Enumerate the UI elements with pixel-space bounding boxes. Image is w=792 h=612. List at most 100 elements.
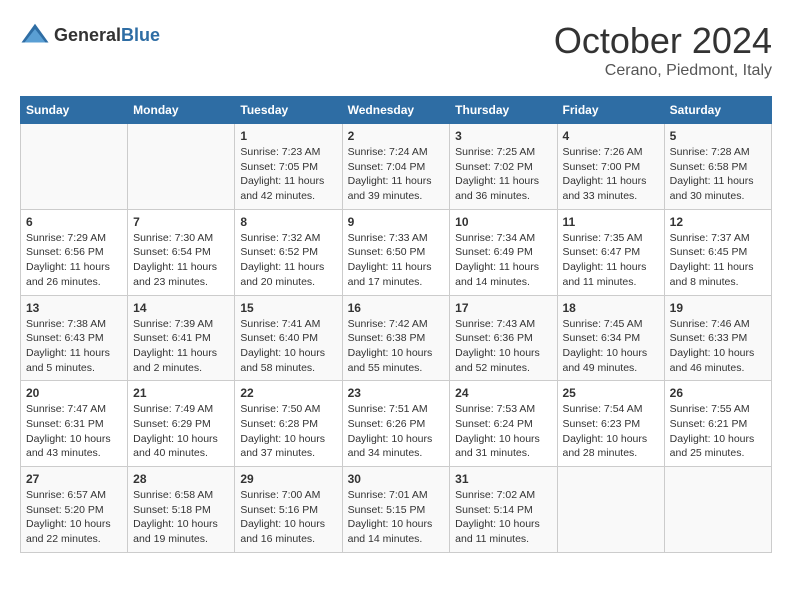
month-title: October 2024 — [554, 20, 772, 62]
day-number: 10 — [455, 215, 551, 229]
day-number: 13 — [26, 301, 122, 315]
day-number: 14 — [133, 301, 229, 315]
logo-general-text: General — [54, 25, 121, 45]
day-info: Sunrise: 6:58 AMSunset: 5:18 PMDaylight:… — [133, 488, 229, 547]
day-number: 16 — [348, 301, 445, 315]
calendar-cell: 27Sunrise: 6:57 AMSunset: 5:20 PMDayligh… — [21, 467, 128, 553]
calendar-cell: 4 Sunrise: 7:26 AMSunset: 7:00 PMDaylight… — [557, 124, 664, 210]
calendar-cell: 1 Sunrise: 7:23 AMSunset: 7:05 PMDaylight… — [235, 124, 342, 210]
calendar-cell: 26 Sunrise: 7:55 AMSunset: 6:21 PMDayligh… — [664, 381, 771, 467]
page-header: GeneralBlue October 2024 Cerano, Piedmon… — [20, 20, 772, 80]
day-number: 12 — [670, 215, 766, 229]
calendar-cell: 24 Sunrise: 7:53 AMSunset: 6:24 PMDayligh… — [450, 381, 557, 467]
calendar-cell: 5 Sunrise: 7:28 AMSunset: 6:58 PMDaylight… — [664, 124, 771, 210]
column-header-saturday: Saturday — [664, 97, 771, 124]
day-info: Sunrise: 7:46 AMSunset: 6:33 PMDaylight:… — [670, 317, 766, 376]
calendar-cell: 29 Sunrise: 7:00 AMSunset: 5:16 PMDayligh… — [235, 467, 342, 553]
calendar-cell: 19 Sunrise: 7:46 AMSunset: 6:33 PMDayligh… — [664, 295, 771, 381]
day-number: 26 — [670, 386, 766, 400]
day-info: Sunrise: 7:47 AMSunset: 6:31 PMDaylight:… — [26, 402, 122, 461]
day-info: Sunrise: 7:23 AMSunset: 7:05 PMDaylight:… — [240, 145, 336, 204]
calendar-week-4: 20 Sunrise: 7:47 AMSunset: 6:31 PMDayligh… — [21, 381, 772, 467]
day-number: 7 — [133, 215, 229, 229]
day-info: Sunrise: 7:26 AMSunset: 7:00 PMDaylight:… — [563, 145, 659, 204]
day-info: Sunrise: 7:00 AMSunset: 5:16 PMDaylight:… — [240, 488, 336, 547]
day-number: 8 — [240, 215, 336, 229]
calendar-cell: 8 Sunrise: 7:32 AMSunset: 6:52 PMDaylight… — [235, 209, 342, 295]
day-info: Sunrise: 7:41 AMSunset: 6:40 PMDaylight:… — [240, 317, 336, 376]
day-info: Sunrise: 7:32 AMSunset: 6:52 PMDaylight:… — [240, 231, 336, 290]
day-number: 24 — [455, 386, 551, 400]
calendar-cell: 30Sunrise: 7:01 AMSunset: 5:15 PMDayligh… — [342, 467, 450, 553]
day-info: Sunrise: 7:30 AMSunset: 6:54 PMDaylight:… — [133, 231, 229, 290]
calendar-cell: 9 Sunrise: 7:33 AMSunset: 6:50 PMDaylight… — [342, 209, 450, 295]
logo-icon — [20, 20, 50, 50]
day-number: 20 — [26, 386, 122, 400]
calendar-cell: 22 Sunrise: 7:50 AMSunset: 6:28 PMDayligh… — [235, 381, 342, 467]
day-info: Sunrise: 7:53 AMSunset: 6:24 PMDaylight:… — [455, 402, 551, 461]
day-info: Sunrise: 7:42 AMSunset: 6:38 PMDaylight:… — [348, 317, 445, 376]
column-header-tuesday: Tuesday — [235, 97, 342, 124]
day-info: Sunrise: 7:35 AMSunset: 6:47 PMDaylight:… — [563, 231, 659, 290]
day-number: 31 — [455, 472, 551, 486]
calendar-cell: 31Sunrise: 7:02 AMSunset: 5:14 PMDayligh… — [450, 467, 557, 553]
day-number: 19 — [670, 301, 766, 315]
day-info: Sunrise: 7:25 AMSunset: 7:02 PMDaylight:… — [455, 145, 551, 204]
calendar-cell: 7 Sunrise: 7:30 AMSunset: 6:54 PMDaylight… — [128, 209, 235, 295]
day-number: 30 — [348, 472, 445, 486]
day-info: Sunrise: 7:33 AMSunset: 6:50 PMDaylight:… — [348, 231, 445, 290]
day-number: 21 — [133, 386, 229, 400]
calendar-week-2: 6Sunrise: 7:29 AMSunset: 6:56 PMDaylight… — [21, 209, 772, 295]
column-header-monday: Monday — [128, 97, 235, 124]
calendar-cell: 12Sunrise: 7:37 AMSunset: 6:45 PMDayligh… — [664, 209, 771, 295]
day-number: 29 — [240, 472, 336, 486]
day-number: 27 — [26, 472, 122, 486]
calendar-cell: 17 Sunrise: 7:43 AMSunset: 6:36 PMDayligh… — [450, 295, 557, 381]
day-number: 5 — [670, 129, 766, 143]
day-number: 15 — [240, 301, 336, 315]
title-block: October 2024 Cerano, Piedmont, Italy — [554, 20, 772, 80]
header-row: SundayMondayTuesdayWednesdayThursdayFrid… — [21, 97, 772, 124]
calendar-table: SundayMondayTuesdayWednesdayThursdayFrid… — [20, 96, 772, 553]
calendar-cell — [128, 124, 235, 210]
day-info: Sunrise: 7:50 AMSunset: 6:28 PMDaylight:… — [240, 402, 336, 461]
day-number: 11 — [563, 215, 659, 229]
calendar-cell: 2 Sunrise: 7:24 AMSunset: 7:04 PMDaylight… — [342, 124, 450, 210]
calendar-week-3: 13Sunrise: 7:38 AMSunset: 6:43 PMDayligh… — [21, 295, 772, 381]
day-info: Sunrise: 7:39 AMSunset: 6:41 PMDaylight:… — [133, 317, 229, 376]
calendar-week-5: 27Sunrise: 6:57 AMSunset: 5:20 PMDayligh… — [21, 467, 772, 553]
day-number: 9 — [348, 215, 445, 229]
calendar-cell: 20 Sunrise: 7:47 AMSunset: 6:31 PMDayligh… — [21, 381, 128, 467]
day-number: 17 — [455, 301, 551, 315]
column-header-thursday: Thursday — [450, 97, 557, 124]
calendar-cell: 14 Sunrise: 7:39 AMSunset: 6:41 PMDayligh… — [128, 295, 235, 381]
day-info: Sunrise: 7:24 AMSunset: 7:04 PMDaylight:… — [348, 145, 445, 204]
calendar-cell: 13Sunrise: 7:38 AMSunset: 6:43 PMDayligh… — [21, 295, 128, 381]
column-header-wednesday: Wednesday — [342, 97, 450, 124]
calendar-cell: 10 Sunrise: 7:34 AMSunset: 6:49 PMDayligh… — [450, 209, 557, 295]
day-info: Sunrise: 7:49 AMSunset: 6:29 PMDaylight:… — [133, 402, 229, 461]
day-number: 2 — [348, 129, 445, 143]
day-info: Sunrise: 7:28 AMSunset: 6:58 PMDaylight:… — [670, 145, 766, 204]
calendar-cell: 23Sunrise: 7:51 AMSunset: 6:26 PMDayligh… — [342, 381, 450, 467]
calendar-cell: 16 Sunrise: 7:42 AMSunset: 6:38 PMDayligh… — [342, 295, 450, 381]
calendar-cell: 11 Sunrise: 7:35 AMSunset: 6:47 PMDayligh… — [557, 209, 664, 295]
calendar-cell: 25Sunrise: 7:54 AMSunset: 6:23 PMDayligh… — [557, 381, 664, 467]
day-info: Sunrise: 7:43 AMSunset: 6:36 PMDaylight:… — [455, 317, 551, 376]
calendar-cell: 15 Sunrise: 7:41 AMSunset: 6:40 PMDayligh… — [235, 295, 342, 381]
day-info: Sunrise: 7:45 AMSunset: 6:34 PMDaylight:… — [563, 317, 659, 376]
calendar-cell: 18Sunrise: 7:45 AMSunset: 6:34 PMDayligh… — [557, 295, 664, 381]
day-number: 4 — [563, 129, 659, 143]
calendar-cell — [664, 467, 771, 553]
day-info: Sunrise: 7:29 AMSunset: 6:56 PMDaylight:… — [26, 231, 122, 290]
logo-blue-text: Blue — [121, 25, 160, 45]
day-number: 28 — [133, 472, 229, 486]
day-number: 1 — [240, 129, 336, 143]
day-number: 22 — [240, 386, 336, 400]
column-header-friday: Friday — [557, 97, 664, 124]
day-info: Sunrise: 7:34 AMSunset: 6:49 PMDaylight:… — [455, 231, 551, 290]
logo: GeneralBlue — [20, 20, 160, 50]
day-info: Sunrise: 7:55 AMSunset: 6:21 PMDaylight:… — [670, 402, 766, 461]
day-number: 23 — [348, 386, 445, 400]
day-number: 3 — [455, 129, 551, 143]
